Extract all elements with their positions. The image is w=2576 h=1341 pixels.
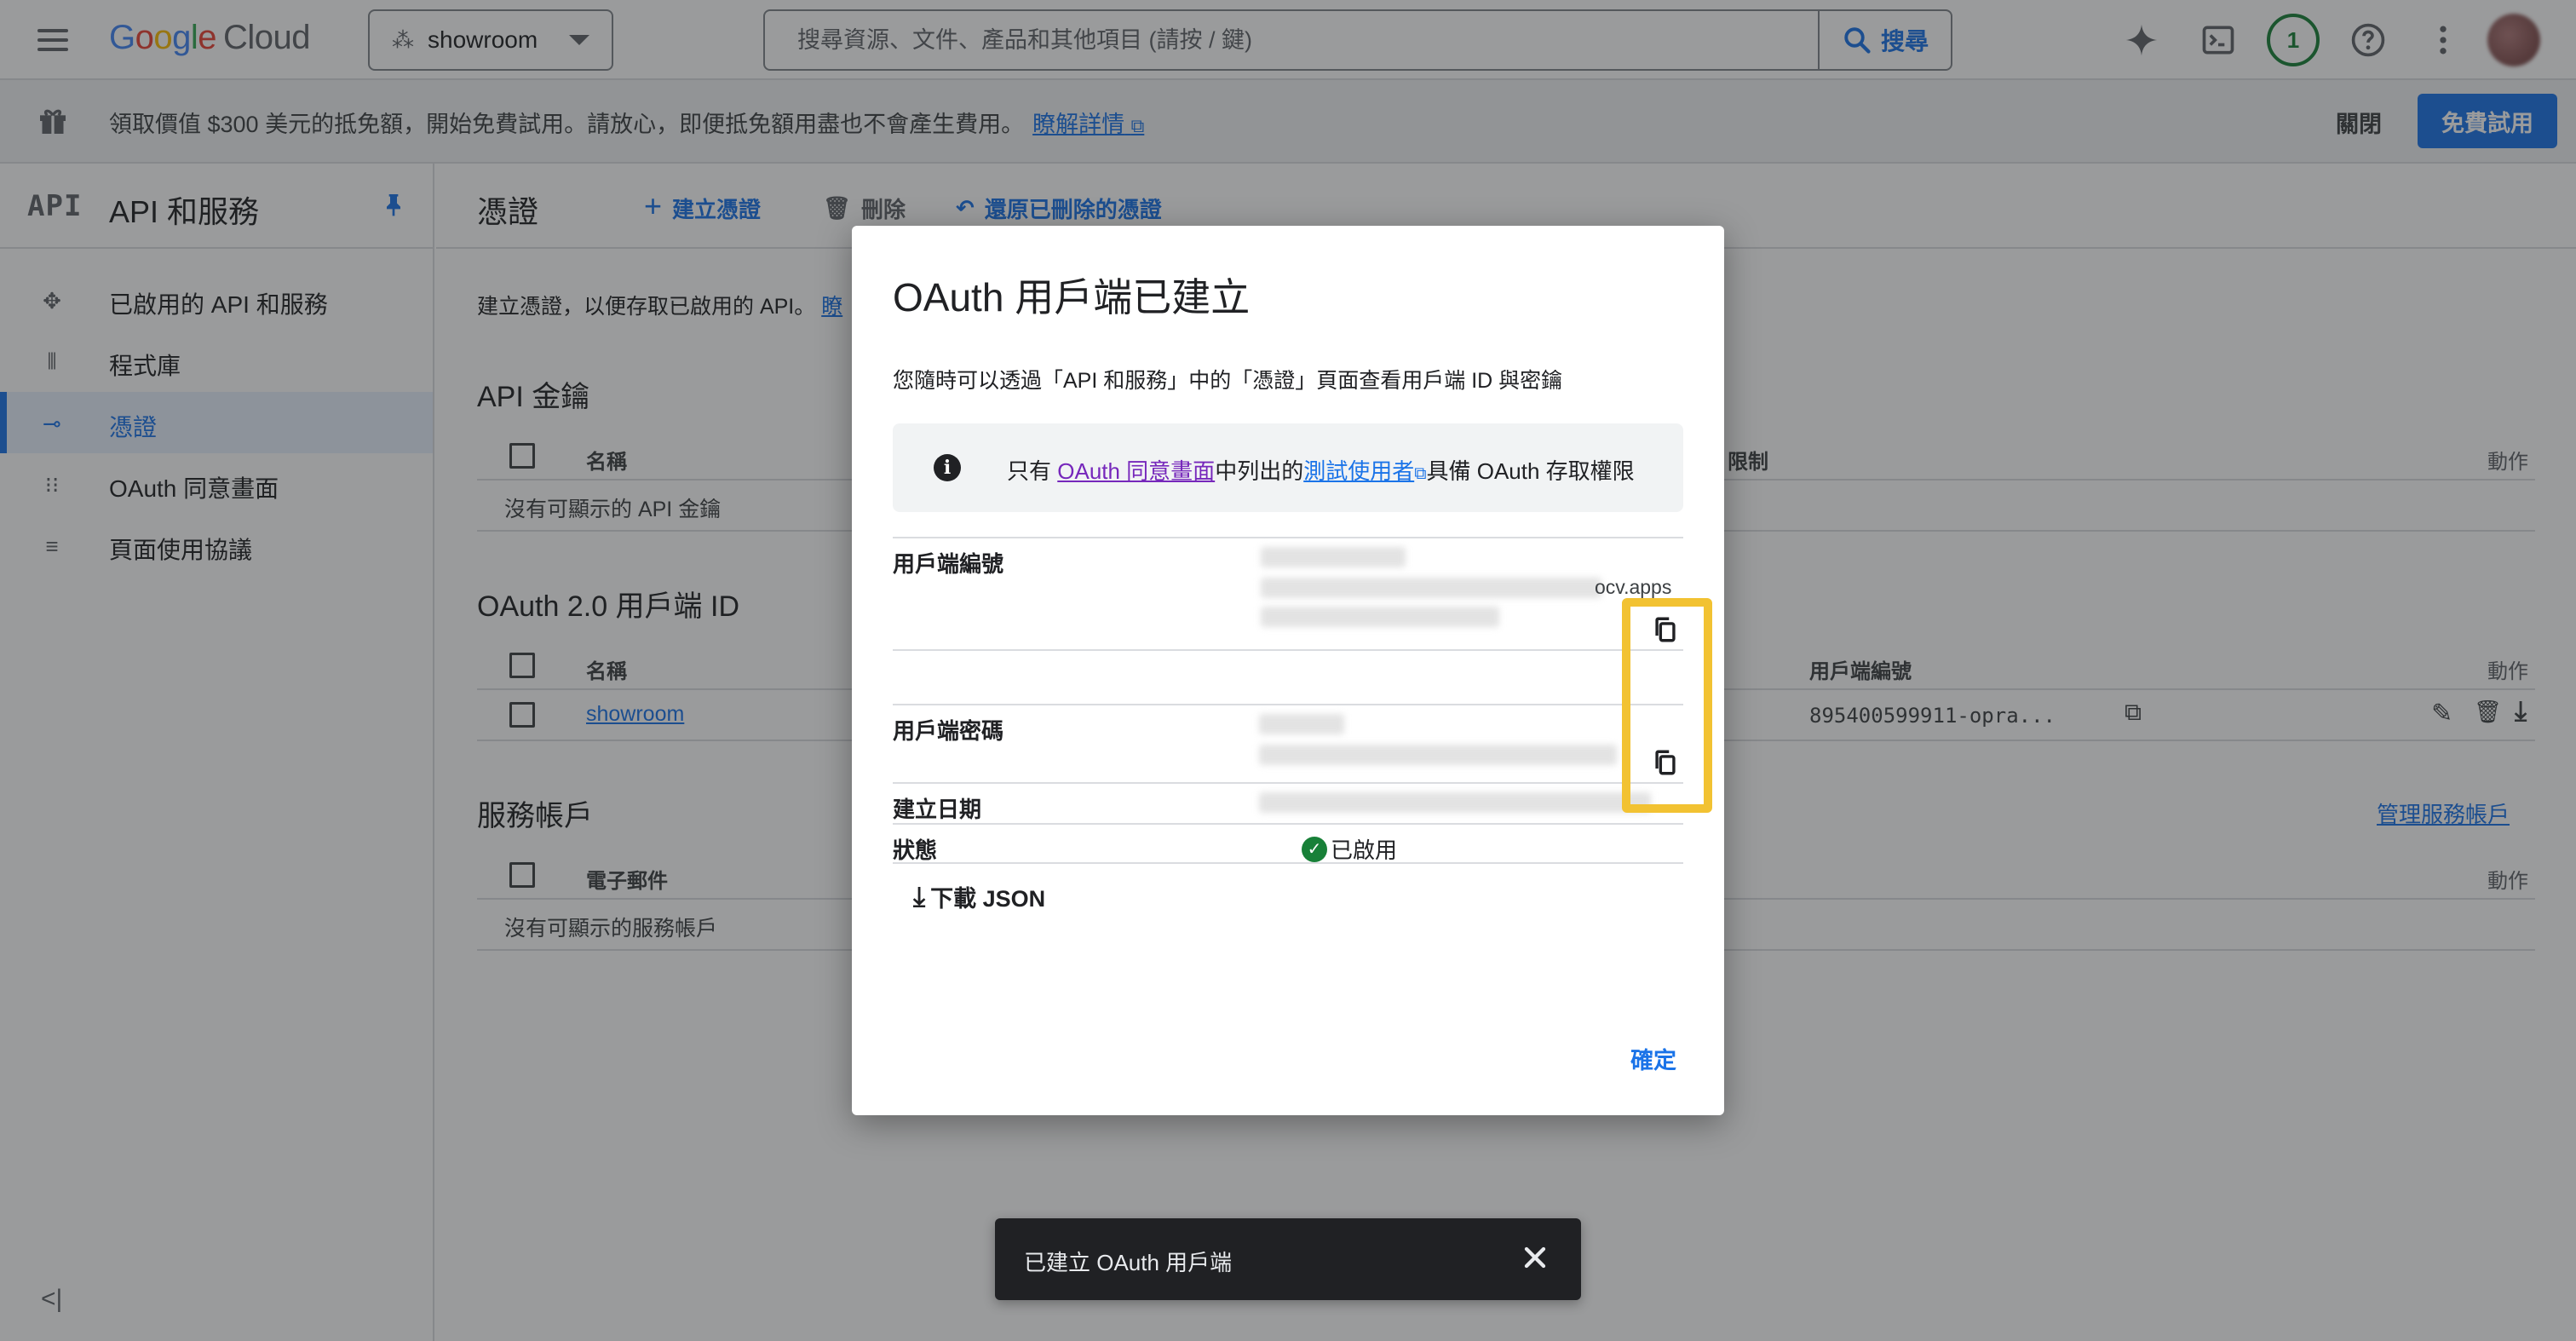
client-id-label: 用戶端編號 — [893, 551, 1004, 577]
ok-button[interactable]: 確定 — [1630, 1042, 1676, 1075]
client-id-redacted — [1261, 547, 1406, 567]
status-text: 已啟用 — [1331, 837, 1398, 863]
download-icon: ⤓ — [913, 880, 926, 912]
status-label: 狀態 — [893, 837, 938, 863]
spacer-row — [893, 649, 1683, 704]
copy-buttons-highlight — [1622, 598, 1712, 813]
creation-date-row: 建立日期 — [893, 782, 1683, 823]
client-id-redacted — [1261, 607, 1499, 627]
notice-suffix: 具備 OAuth 存取權限 — [1426, 458, 1635, 484]
status-value: ✓ 已啟用 — [1302, 833, 1397, 865]
test-users-notice: i 只有 OAuth 同意畫面中列出的測試使用者⧉具備 OAuth 存取權限 — [893, 423, 1683, 512]
notice-mid: 中列出的 — [1215, 458, 1304, 484]
client-id-row: 用戶端編號 ocv.apps — [893, 537, 1683, 649]
dialog-title: OAuth 用戶端已建立 — [893, 275, 1251, 319]
creation-date-label: 建立日期 — [893, 797, 982, 822]
notice-text: 只有 OAuth 同意畫面中列出的測試使用者⧉具備 OAuth 存取權限 — [1007, 454, 1635, 486]
notice-prefix: 只有 — [1007, 458, 1052, 484]
info-icon: i — [934, 454, 961, 481]
download-json-button[interactable]: ⤓ 下載 JSON — [913, 880, 1045, 913]
oauth-consent-link[interactable]: OAuth 同意畫面 — [1057, 458, 1215, 484]
client-secret-redacted — [1259, 714, 1344, 734]
client-secret-label: 用戶端密碼 — [893, 718, 1004, 744]
snackbar-message: 已建立 OAuth 用戶端 — [1024, 1250, 1233, 1275]
client-id-tail: ocv.apps — [1595, 576, 1672, 598]
status-row: 狀態 ✓ 已啟用 — [893, 823, 1683, 864]
client-id-redacted — [1261, 578, 1601, 598]
oauth-client-created-dialog: OAuth 用戶端已建立 您隨時可以透過「API 和服務」中的「憑證」頁面查看用… — [852, 226, 1724, 1115]
check-circle-icon: ✓ — [1302, 836, 1327, 862]
creation-date-redacted — [1259, 792, 1651, 813]
snackbar: 已建立 OAuth 用戶端 — [995, 1218, 1581, 1300]
close-icon[interactable] — [1518, 1240, 1552, 1275]
external-link-icon: ⧉ — [1414, 464, 1427, 483]
dialog-subtitle: 您隨時可以透過「API 和服務」中的「憑證」頁面查看用戶端 ID 與密鑰 — [893, 369, 1563, 393]
download-json-label: 下載 JSON — [930, 886, 1046, 912]
test-users-link[interactable]: 測試使用者 — [1303, 458, 1414, 484]
client-secret-redacted — [1259, 745, 1617, 765]
client-secret-row: 用戶端密碼 — [893, 704, 1683, 782]
